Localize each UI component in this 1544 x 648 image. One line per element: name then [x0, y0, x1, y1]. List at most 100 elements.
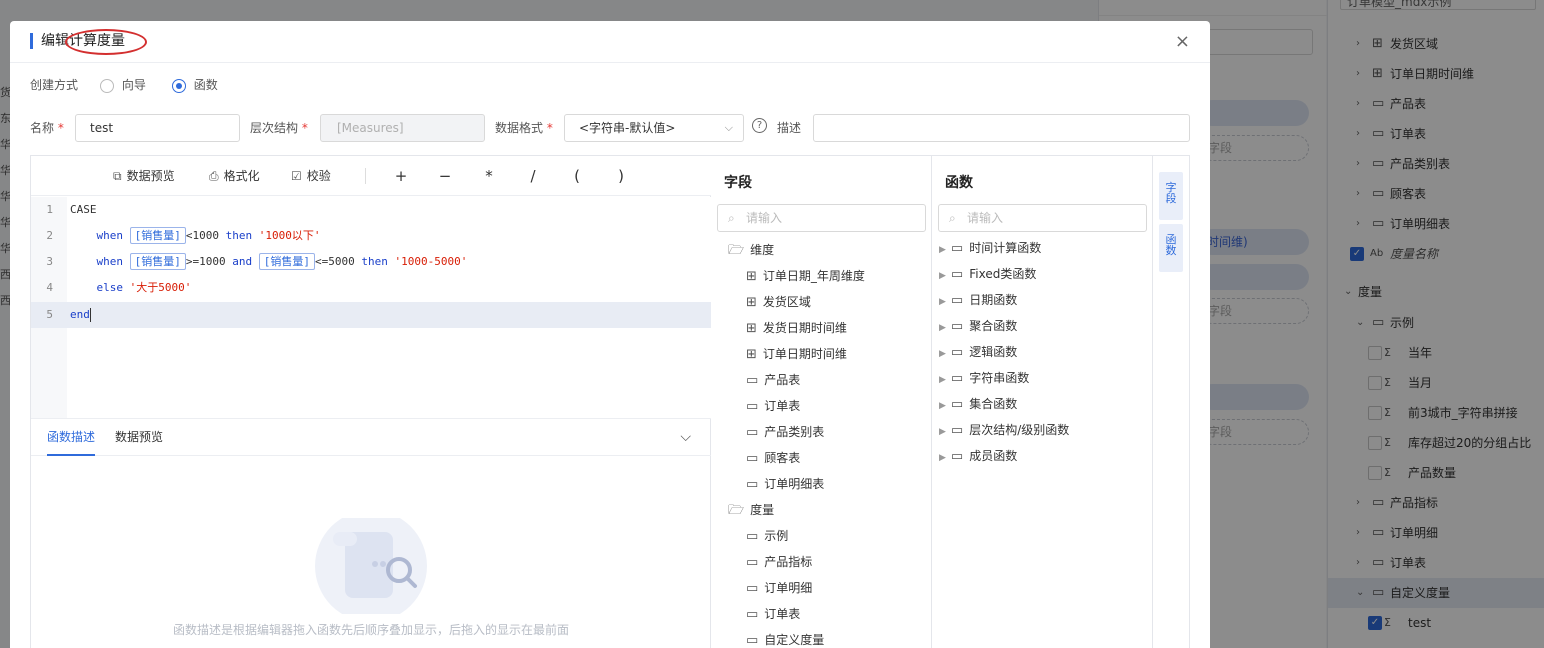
side-tab-functions[interactable]: 函数 — [1159, 224, 1183, 272]
folder-icon: ▭ — [746, 373, 759, 388]
radio-function[interactable]: 函数 — [171, 78, 218, 93]
hierarchy-icon: ⊞ — [746, 269, 757, 284]
tree-item-dimension[interactable]: ⊞ 订单日期时间维 — [746, 341, 847, 367]
empty-document-illustration-icon — [315, 518, 427, 614]
tree-item-dimension[interactable]: ⊞ 订单日期_年周维度 — [746, 263, 865, 289]
function-group[interactable]: ▶ ▭ 逻辑函数 — [939, 339, 1017, 365]
tree-item-dimension[interactable]: ⊞ 发货日期时间维 — [746, 315, 847, 341]
search-icon: ⌕ — [949, 211, 956, 225]
function-group[interactable]: ▶ ▭ 聚合函数 — [939, 313, 1017, 339]
code-text: CASE — [70, 203, 97, 216]
fields-panel-title: 字段 — [724, 175, 752, 191]
tree-group-measures[interactable]: 🗁 度量 — [728, 497, 774, 523]
search-icon: ⌕ — [728, 211, 735, 225]
description-input[interactable] — [813, 114, 1190, 142]
minus-operator-button[interactable]: − — [435, 156, 455, 196]
tab-data-preview[interactable]: 数据预览 — [115, 419, 163, 456]
folder-icon: ▭ — [746, 425, 759, 440]
code-line-active: 5 end — [31, 302, 711, 328]
multiply-operator-button[interactable]: * — [479, 156, 499, 196]
function-group[interactable]: ▶ ▭ 集合函数 — [939, 391, 1017, 417]
code-text: when [销售量] <1000 then '1000以下' — [96, 227, 321, 244]
close-paren-button[interactable]: ) — [611, 156, 631, 196]
preview-icon: ⧉ — [113, 169, 122, 183]
creation-method-row: 创建方式 向导 函数 — [30, 75, 218, 95]
folder-icon: ▭ — [746, 581, 759, 596]
fields-search-input[interactable]: ⌕ 请输入 — [717, 204, 926, 232]
folder-icon: ▭ — [746, 633, 759, 648]
folder-icon: ▭ — [950, 293, 964, 308]
expression-editor: ⧉ 数据预览 ⎙ 格式化 ☑ 校验 + − * / ( ) 1 CASE 2 w… — [30, 155, 1190, 648]
tree-item-dimension[interactable]: ▭ 顾客表 — [746, 445, 800, 471]
tree-item-dimension[interactable]: ▭ 产品类别表 — [746, 419, 824, 445]
folder-icon: ▭ — [746, 477, 759, 492]
tree-item-dimension[interactable]: ▭ 产品表 — [746, 367, 800, 393]
name-input[interactable]: test — [75, 114, 240, 142]
editor-main: ⧉ 数据预览 ⎙ 格式化 ☑ 校验 + − * / ( ) 1 CASE 2 w… — [31, 156, 711, 648]
tree-item-measure[interactable]: ▭ 示例 — [746, 523, 788, 549]
folder-icon: ▭ — [950, 449, 964, 464]
caret-right-icon: ▶ — [939, 323, 946, 333]
code-editor[interactable]: 1 CASE 2 when [销售量] <1000 then '1000以下' 3… — [31, 197, 711, 418]
radio-circle[interactable] — [99, 78, 114, 93]
tree-item-measure[interactable]: ▭ 产品指标 — [746, 549, 812, 575]
line-number: 5 — [46, 308, 53, 321]
field-token[interactable]: [销售量] — [258, 253, 315, 270]
radio-circle-selected[interactable] — [171, 78, 186, 93]
divide-operator-button[interactable]: / — [523, 156, 543, 196]
help-icon[interactable]: ? — [752, 118, 767, 133]
toolbar-divider — [365, 168, 366, 184]
line-number: 1 — [46, 203, 53, 216]
tree-item-measure[interactable]: ▭ 自定义度量 — [746, 627, 824, 648]
field-token[interactable]: [销售量] — [129, 253, 186, 270]
folder-icon: ▭ — [950, 397, 964, 412]
tree-item-dimension[interactable]: ▭ 订单表 — [746, 393, 800, 419]
code-line: 4 else '大于5000' — [31, 275, 711, 301]
editor-toolbar: ⧉ 数据预览 ⎙ 格式化 ☑ 校验 + − * / ( ) — [31, 156, 711, 196]
function-group[interactable]: ▶ ▭ 时间计算函数 — [939, 235, 1041, 261]
folder-icon: ▭ — [746, 607, 759, 622]
folder-icon: ▭ — [950, 423, 964, 438]
radio-wizard[interactable]: 向导 — [99, 78, 146, 93]
open-paren-button[interactable]: ( — [567, 156, 587, 196]
functions-panel-title: 函数 — [945, 175, 973, 191]
functions-search-input[interactable]: ⌕ 请输入 — [938, 204, 1147, 232]
tree-item-measure[interactable]: ▭ 订单表 — [746, 601, 800, 627]
radio-label: 向导 — [121, 78, 146, 92]
field-token[interactable]: [销售量] — [129, 227, 186, 244]
tree-group-dimensions[interactable]: 🗁 维度 — [728, 237, 774, 263]
code-line: 1 CASE — [31, 197, 711, 223]
code-text: when [销售量] >=1000 and [销售量] <=5000 then '1… — [96, 253, 468, 270]
line-number: 4 — [46, 281, 53, 294]
plus-operator-button[interactable]: + — [391, 156, 411, 196]
function-group[interactable]: ▶ ▭ 层次结构/级别函数 — [939, 417, 1069, 443]
data-format-select[interactable]: <字符串-默认值> ⌵ — [564, 114, 744, 142]
chevron-down-icon[interactable]: ⌵ — [680, 419, 691, 456]
function-group[interactable]: ▶ ▭ 字符串函数 — [939, 365, 1029, 391]
code-text: else '大于5000' — [96, 281, 192, 294]
line-number: 3 — [46, 255, 53, 268]
caret-right-icon: ▶ — [939, 401, 946, 411]
tree-item-measure[interactable]: ▭ 订单明细 — [746, 575, 812, 601]
name-label: 名称 * — [30, 121, 64, 135]
caret-right-icon: ▶ — [939, 245, 946, 255]
function-group[interactable]: ▶ ▭ 日期函数 — [939, 287, 1017, 313]
close-button[interactable]: × — [1175, 31, 1190, 52]
description-tabs: 函数描述 数据预览 ⌵ — [31, 418, 711, 456]
validate-icon: ☑ — [291, 169, 302, 183]
function-group[interactable]: ▶ ▭ 成员函数 — [939, 443, 1017, 469]
tree-item-dimension[interactable]: ⊞ 发货区域 — [746, 289, 811, 315]
side-tab-fields[interactable]: 字段 — [1159, 172, 1183, 220]
format-icon: ⎙ — [209, 169, 219, 183]
function-group[interactable]: ▶ ▭ Fixed类函数 — [939, 261, 1036, 287]
code-line: 3 when [销售量] >=1000 and [销售量] <=5000 then … — [31, 249, 711, 275]
tree-item-dimension[interactable]: ▭ 订单明细表 — [746, 471, 824, 497]
format-button[interactable]: ⎙ 格式化 — [209, 156, 260, 196]
caret-right-icon: ▶ — [939, 453, 946, 463]
code-text: end — [70, 308, 91, 322]
data-preview-button[interactable]: ⧉ 数据预览 — [113, 156, 175, 196]
folder-icon: ▭ — [950, 241, 964, 256]
tab-function-description[interactable]: 函数描述 — [47, 419, 96, 456]
hierarchy-label: 层次结构 * — [250, 121, 308, 135]
validate-button[interactable]: ☑ 校验 — [291, 156, 331, 196]
